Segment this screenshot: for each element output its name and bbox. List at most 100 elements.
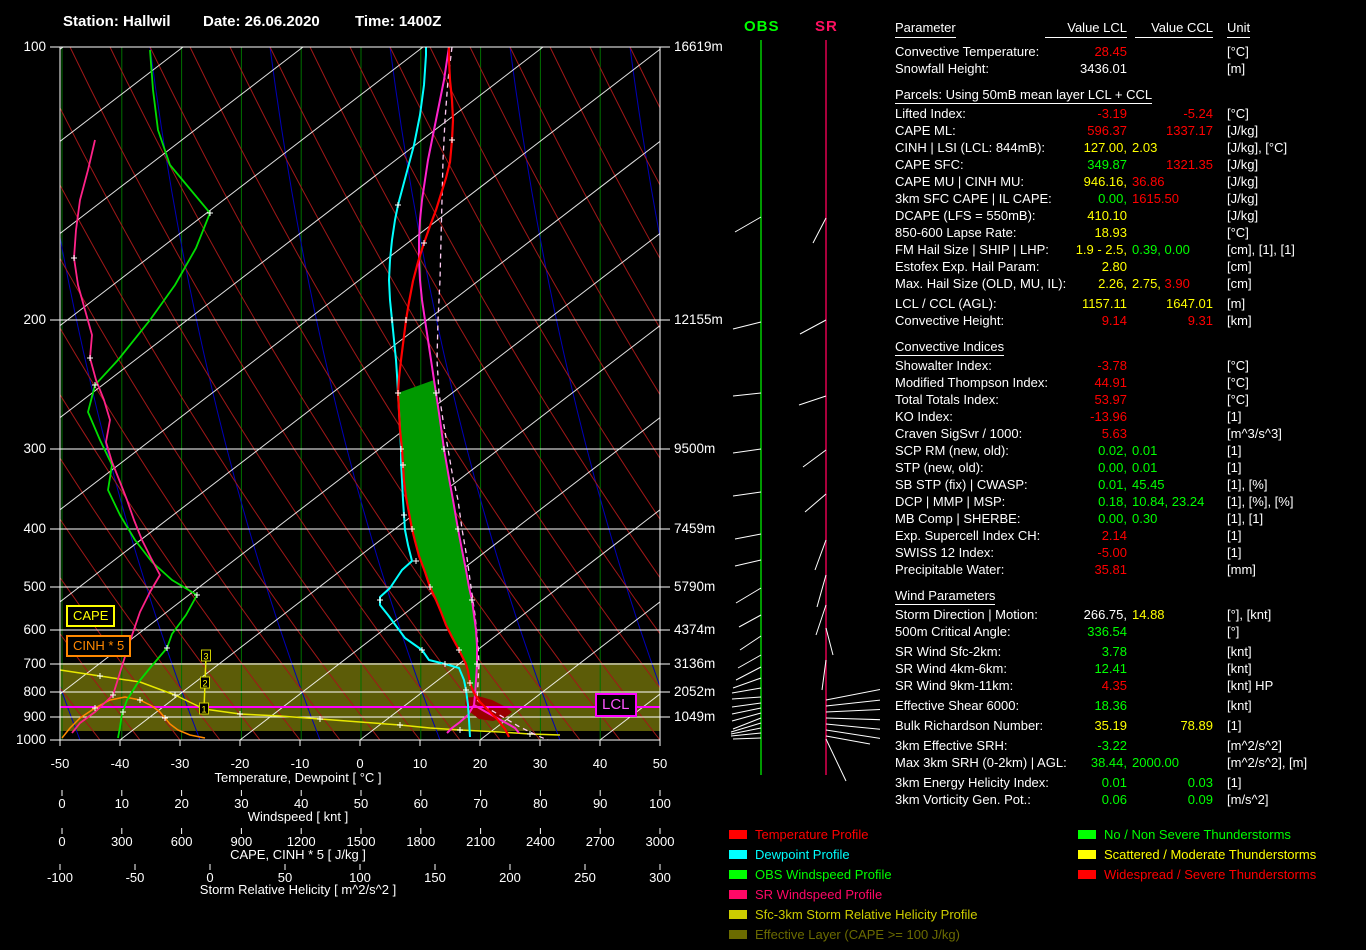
svg-text:-40: -40 <box>111 756 130 771</box>
table-row: SWISS 12 Index: -5.00 [1] <box>895 545 1365 562</box>
value-lcl: 266.75, <box>1083 607 1127 622</box>
svg-text:70: 70 <box>473 796 487 811</box>
unit-label: [°C] <box>1227 225 1249 240</box>
table-row: SR Wind 9km-11km: 4.35 [knt] HP <box>895 678 1365 695</box>
svg-text:12155m: 12155m <box>674 312 723 327</box>
unit-label: [m^2/s^2], [m] <box>1227 755 1308 770</box>
value-lcl-extra: 0.01 <box>1132 443 1158 458</box>
svg-text:4374m: 4374m <box>674 622 715 637</box>
value-lcl-extra: 14.88 <box>1132 607 1165 622</box>
unit-label: [m^2/s^2] <box>1227 738 1282 753</box>
unit-label: [1] <box>1227 545 1242 560</box>
svg-text:40: 40 <box>593 756 607 771</box>
value-ccl: 78.89 <box>1180 718 1213 733</box>
legend-label: OBS Windspeed Profile <box>755 866 892 882</box>
value-lcl: 2.14 <box>1101 528 1127 543</box>
unit-label: [°C] <box>1227 44 1249 59</box>
svg-text:600: 600 <box>23 622 46 637</box>
unit-label: [°C] <box>1227 106 1249 121</box>
table-row: Storm Direction | Motion: 266.75, 14.88 [°]… <box>895 607 1365 624</box>
svg-text:0: 0 <box>58 796 65 811</box>
legend-label: Temperature Profile <box>755 826 869 842</box>
unit-label: [°], [knt] <box>1227 607 1272 622</box>
value-lcl: 44.91 <box>1094 375 1127 390</box>
section-header: Convective Indices <box>895 339 1005 356</box>
svg-text:250: 250 <box>574 870 596 885</box>
table-row: SR Wind Sfc-2km: 3.78 [knt] <box>895 644 1365 661</box>
table-row: Craven SigSvr / 1000: 5.63 [m^3/s^3] <box>895 426 1365 443</box>
value-lcl: 410.10 <box>1087 208 1127 223</box>
value-lcl-extra: 2000.00 <box>1132 755 1179 770</box>
col-header-unit: Unit <box>1227 20 1251 38</box>
value-lcl: 0.01, <box>1098 477 1127 492</box>
svg-text:60: 60 <box>414 796 428 811</box>
unit-label: [J/kg], [°C] <box>1227 140 1288 155</box>
profile-legend: Temperature Profile Dewpoint Profile OBS W… <box>729 824 978 944</box>
unit-label: [m] <box>1227 296 1246 311</box>
svg-text:7459m: 7459m <box>674 521 715 536</box>
unit-label: [1], [%] <box>1227 477 1268 492</box>
table-row: Total Totals Index: 53.97 [°C] <box>895 392 1365 409</box>
value-lcl: 5.63 <box>1101 426 1127 441</box>
value-lcl-extra: 0.39, 0.00 <box>1132 242 1190 257</box>
table-header-row: Parameter Value LCL Value CCL Unit <box>895 20 1365 44</box>
table-body: Convective Temperature: 28.45 [°C] Snowfall… <box>895 44 1365 809</box>
svg-text:900: 900 <box>23 709 46 724</box>
svg-text:80: 80 <box>533 796 547 811</box>
col-header-parameter: Parameter <box>895 20 956 38</box>
legend-swatch-icon <box>1078 829 1096 839</box>
table-row: CINH | LSI (LCL: 844mB): 127.00, 2.03 [J/kg… <box>895 140 1365 157</box>
table-row: CAPE ML: 596.37 1337.17 [J/kg] <box>895 123 1365 140</box>
svg-text:500: 500 <box>23 579 46 594</box>
table-row: DCP | MMP | MSP: 0.18, 10.84, 23.24 [1], [%… <box>895 494 1365 511</box>
svg-text:100: 100 <box>23 39 46 54</box>
table-row: Convective Height: 9.14 9.31 [km] <box>895 313 1365 330</box>
value-lcl: 38.44, <box>1090 755 1127 770</box>
svg-text:2052m: 2052m <box>674 684 715 699</box>
legend-label: Widespread / Severe Thunderstorms <box>1104 866 1317 882</box>
col-header-value-lcl: Value LCL <box>1045 20 1127 38</box>
table-row: MB Comp | SHERBE: 0.00, 0.30 [1], [1] <box>895 511 1365 528</box>
table-row: Precipitable Water: 35.81 [mm] <box>895 562 1365 579</box>
legend-label: Scattered / Moderate Thunderstorms <box>1104 846 1317 862</box>
table-row: CAPE MU | CINH MU: 946.16, 36.86 [J/kg] <box>895 174 1365 191</box>
temp-axis: -50 -40 -30 -20 -10 0 10 20 30 40 50 Temperature, D… <box>51 740 667 785</box>
legend-swatch-icon <box>729 829 747 839</box>
value-lcl: 18.93 <box>1094 225 1127 240</box>
value-lcl: 18.36 <box>1094 698 1127 713</box>
table-row: SR Wind 4km-6km: 12.41 [knt] <box>895 661 1365 678</box>
cape-label-box: CAPE <box>66 605 116 627</box>
value-lcl-extra: 36.86 <box>1132 174 1165 189</box>
svg-text:0: 0 <box>356 756 363 771</box>
table-row: Lifted Index: -3.19 -5.24 [°C] <box>895 106 1365 123</box>
value-lcl-extra: 10.84, 23.24 <box>1132 494 1205 509</box>
table-row: Convective Temperature: 28.45 [°C] <box>895 44 1365 61</box>
pressure-axis: 100 200 300 400 500 600 700 800 900 1000 <box>16 39 60 747</box>
value-lcl: 0.00, <box>1098 511 1127 526</box>
svg-text:20: 20 <box>473 756 487 771</box>
svg-text:1000: 1000 <box>16 732 46 747</box>
unit-label: [1] <box>1227 443 1242 458</box>
svg-text:16619m: 16619m <box>674 39 723 54</box>
svg-text:5790m: 5790m <box>674 579 715 594</box>
svg-text:400: 400 <box>23 521 46 536</box>
value-lcl: 127.00, <box>1083 140 1127 155</box>
value-lcl: 946.16, <box>1083 174 1127 189</box>
value-ccl: 0.03 <box>1187 775 1213 790</box>
svg-text:9500m: 9500m <box>674 441 715 456</box>
unit-label: [1], [1] <box>1227 511 1264 526</box>
value-lcl: -3.22 <box>1097 738 1127 753</box>
value-lcl: 53.97 <box>1094 392 1127 407</box>
value-lcl: 0.00, <box>1098 460 1127 475</box>
svg-text:-10: -10 <box>291 756 310 771</box>
table-row: 3km Effective SRH: -3.22 [m^2/s^2] <box>895 738 1365 755</box>
svg-text:CAPE, CINH * 5 [ J/kg ]: CAPE, CINH * 5 [ J/kg ] <box>230 847 366 862</box>
svg-text:300: 300 <box>23 441 46 456</box>
unit-label: [cm] <box>1227 259 1252 274</box>
value-ccl: 1647.01 <box>1166 296 1213 311</box>
km-height-markers: 1 2 3 <box>199 649 211 715</box>
legend-label: Effective Layer (CAPE >= 100 J/kg) <box>755 926 960 942</box>
svg-text:0: 0 <box>58 834 65 849</box>
legend-swatch-icon <box>1078 869 1096 879</box>
value-lcl: -13.96 <box>1090 409 1127 424</box>
